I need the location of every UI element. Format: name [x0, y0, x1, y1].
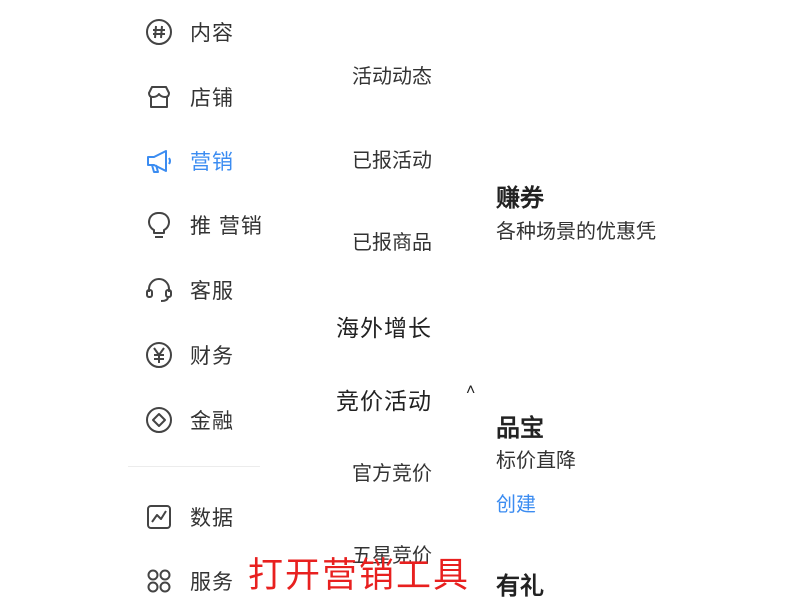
sidebar-item-content[interactable]: 内容 [142, 14, 234, 50]
grid-icon [142, 564, 176, 598]
sidebar-item-services[interactable]: 服务 [142, 563, 234, 599]
submenu-item-registered-activities[interactable]: 已报活动 [352, 144, 432, 173]
store-icon [142, 80, 176, 114]
lightbulb-icon [142, 208, 176, 242]
coupon-card-desc: 各种场景的优惠凭 [496, 221, 656, 243]
headset-icon [142, 273, 176, 307]
create-link[interactable]: 创建 [496, 488, 536, 517]
sidebar-item-label: 推 营销 [190, 215, 263, 238]
submenu-item-official-bidding[interactable]: 官方竞价 [352, 457, 432, 486]
treasure-card-title: 品宝 [496, 415, 544, 442]
diamond-icon [142, 403, 176, 437]
annotation-caption: 打开营销工具 [248, 556, 471, 595]
chevron-up-icon[interactable]: ˄ [466, 382, 475, 400]
sidebar-divider [128, 466, 260, 467]
submenu-item-registered-products[interactable]: 已报商品 [352, 226, 432, 255]
sidebar-item-marketing[interactable]: 营销 [142, 143, 234, 179]
treasure-card-desc: 标价直降 [496, 450, 576, 472]
sidebar-item-finance[interactable]: 财务 [142, 337, 234, 373]
sidebar-item-customer-service[interactable]: 客服 [142, 272, 234, 308]
sidebar-item-label: 服务 [190, 571, 234, 594]
gift-card-title: 有礼 [496, 573, 544, 600]
sidebar-item-data[interactable]: 数据 [142, 499, 234, 535]
submenu-item-activity-updates[interactable]: 活动动态 [352, 60, 432, 89]
megaphone-icon [142, 144, 176, 178]
sidebar-item-store[interactable]: 店铺 [142, 79, 234, 115]
chart-icon [142, 500, 176, 534]
sidebar-item-promotion[interactable]: 推 营销 [142, 207, 263, 243]
yen-icon [142, 338, 176, 372]
sidebar-item-label: 财务 [190, 345, 234, 368]
coupon-card-title: 赚券 [496, 185, 544, 212]
sidebar-item-banking[interactable]: 金融 [142, 402, 234, 438]
sidebar-item-label: 营销 [190, 151, 234, 174]
sidebar-item-label: 客服 [190, 280, 234, 303]
hash-icon [142, 15, 176, 49]
sidebar-item-label: 金融 [190, 410, 234, 433]
sidebar-item-label: 内容 [190, 22, 234, 45]
sidebar-item-label: 店铺 [190, 87, 234, 110]
sidebar-item-label: 数据 [190, 507, 234, 530]
submenu-group-bidding[interactable]: 竞价活动 [336, 382, 432, 416]
submenu-group-overseas[interactable]: 海外增长 [336, 309, 432, 343]
